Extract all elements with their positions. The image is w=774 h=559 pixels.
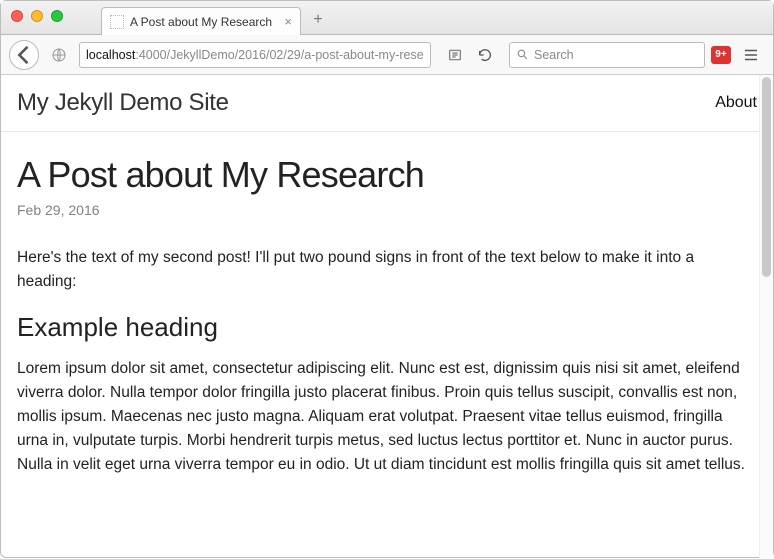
url-path: :4000/JekyllDemo/2016/02/29/a-post-about… — [135, 48, 424, 62]
nav-about-link[interactable]: About — [715, 94, 757, 111]
menu-button[interactable] — [737, 41, 765, 69]
tab-favicon — [110, 15, 124, 29]
window-controls — [11, 10, 63, 22]
site-header: My Jekyll Demo Site About — [1, 75, 773, 132]
post-intro: Here's the text of my second post! I'll … — [17, 246, 757, 294]
reader-mode-icon[interactable] — [441, 41, 469, 69]
browser-tab[interactable]: A Post about My Research × — [101, 7, 301, 35]
site-title[interactable]: My Jekyll Demo Site — [17, 89, 229, 117]
back-button[interactable] — [9, 40, 39, 70]
tab-close-icon[interactable]: × — [284, 14, 292, 29]
search-placeholder: Search — [534, 48, 574, 62]
new-tab-button[interactable]: + — [305, 9, 331, 31]
search-bar[interactable]: Search — [509, 42, 705, 68]
post-body: Lorem ipsum dolor sit amet, consectetur … — [17, 357, 757, 477]
post-date: Feb 29, 2016 — [17, 202, 757, 218]
extension-badge-count: 9+ — [715, 49, 726, 60]
site-nav: About — [715, 94, 757, 112]
search-icon — [516, 48, 529, 61]
globe-icon — [45, 41, 73, 69]
tab-title: A Post about My Research — [130, 15, 278, 29]
page-viewport: My Jekyll Demo Site About A Post about M… — [1, 75, 773, 559]
url-bar[interactable]: localhost:4000/JekyllDemo/2016/02/29/a-p… — [79, 42, 431, 68]
post-heading: Example heading — [17, 312, 757, 343]
window-titlebar: A Post about My Research × + — [1, 1, 773, 35]
extension-badge[interactable]: 9+ — [711, 46, 731, 64]
minimize-window-button[interactable] — [31, 10, 43, 22]
maximize-window-button[interactable] — [51, 10, 63, 22]
reload-icon[interactable] — [471, 41, 499, 69]
close-window-button[interactable] — [11, 10, 23, 22]
scrollbar-thumb[interactable] — [762, 77, 771, 277]
post-title: A Post about My Research — [17, 154, 757, 196]
toolbar-icons — [441, 41, 499, 69]
scrollbar-track[interactable] — [759, 75, 773, 559]
post: A Post about My Research Feb 29, 2016 He… — [1, 132, 773, 535]
url-host: localhost — [86, 48, 135, 62]
browser-toolbar: localhost:4000/JekyllDemo/2016/02/29/a-p… — [1, 35, 773, 75]
